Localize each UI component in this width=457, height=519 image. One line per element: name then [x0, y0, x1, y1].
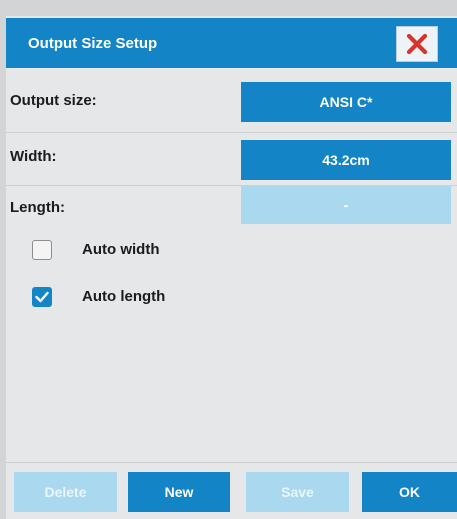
auto-length-checkbox[interactable] [32, 287, 52, 307]
width-label: Width: [10, 148, 57, 165]
dialog-title: Output Size Setup [28, 35, 158, 52]
footer-divider [6, 462, 457, 463]
auto-width-checkbox[interactable] [32, 240, 52, 260]
width-input[interactable]: 43.2cm [241, 140, 451, 180]
auto-length-label: Auto length [82, 288, 166, 305]
divider [6, 132, 457, 133]
length-label: Length: [10, 199, 65, 216]
save-button[interactable]: Save [246, 472, 349, 512]
output-size-select[interactable]: ANSI C* [241, 82, 451, 122]
window-frame-left [0, 0, 6, 519]
delete-button[interactable]: Delete [14, 472, 117, 512]
output-size-setup-dialog: Output Size Setup Output size: ANSI C* W… [0, 0, 457, 519]
ok-button[interactable]: OK [362, 472, 457, 512]
length-input[interactable]: - [241, 186, 451, 224]
dialog-titlebar: Output Size Setup [6, 18, 457, 68]
window-frame-top [0, 0, 457, 16]
auto-width-label: Auto width [82, 241, 160, 258]
new-button[interactable]: New [128, 472, 230, 512]
close-button[interactable] [396, 26, 438, 62]
output-size-label: Output size: [10, 92, 97, 109]
close-x-icon [406, 33, 428, 55]
checkmark-icon [35, 291, 49, 303]
